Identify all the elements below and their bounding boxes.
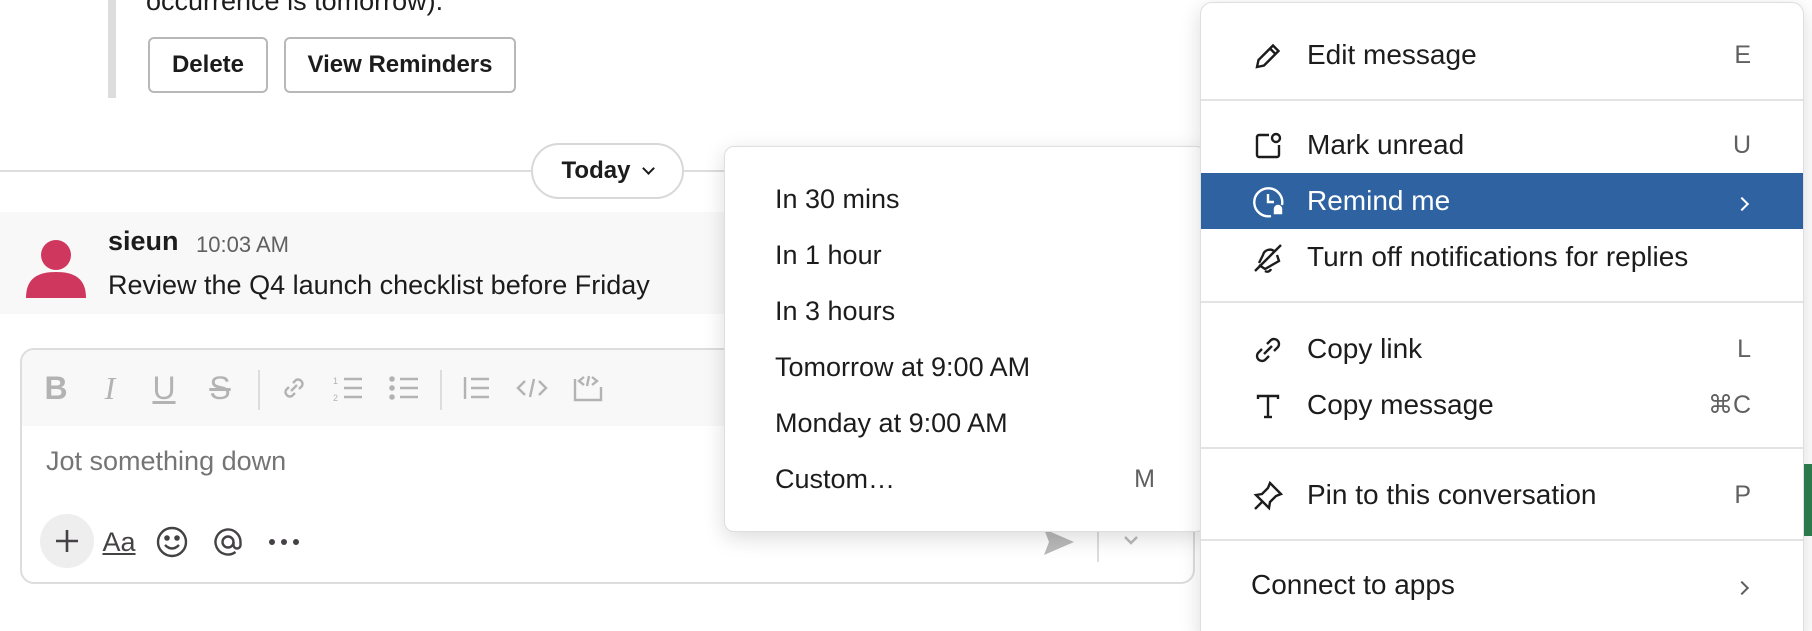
link-icon[interactable] [274, 368, 314, 408]
mention-icon[interactable] [206, 520, 250, 564]
menu-item-label: Connect to apps [1251, 569, 1455, 600]
menu-item-shortcut: P [1734, 480, 1751, 509]
menu-item-label: Remind me [1307, 185, 1451, 216]
submenu-item-label: In 3 hours [775, 295, 896, 326]
menu-item-shortcut: ⌘C [1707, 391, 1751, 419]
underline-icon[interactable]: U [144, 368, 184, 408]
pin-item[interactable]: Pin to this conversation P [1201, 467, 1803, 523]
remind-custom[interactable]: Custom… M [725, 453, 1205, 505]
code-block-icon[interactable] [568, 368, 608, 408]
menu-item-label: Edit message [1307, 39, 1477, 70]
message-timestamp[interactable]: 10:03 AM [196, 232, 289, 258]
svg-text:2: 2 [333, 393, 338, 403]
menu-divider [1201, 447, 1803, 449]
submenu-item-label: Custom… [775, 463, 896, 494]
schedule-chevron-down-icon[interactable] [1121, 530, 1141, 555]
today-label: Today [561, 157, 631, 184]
edit-message-item[interactable]: Edit message E [1201, 27, 1803, 83]
strikethrough-icon[interactable]: S [200, 368, 240, 408]
submenu-item-label: In 30 mins [775, 183, 900, 214]
bulleted-list-icon[interactable] [384, 368, 424, 408]
avatar[interactable] [24, 238, 88, 298]
menu-divider [1201, 539, 1803, 541]
today-pill[interactable]: Today [531, 143, 684, 199]
turn-off-notifications-item[interactable]: Turn off notifications for replies [1201, 229, 1803, 285]
menu-divider [1201, 301, 1803, 303]
menu-item-label: Copy message [1307, 389, 1494, 420]
format-text-icon[interactable]: Aa [94, 520, 144, 564]
submenu-item-label: Tomorrow at 9:00 AM [775, 351, 1031, 382]
remind-in-30-mins[interactable]: In 30 mins [725, 173, 1205, 225]
submenu-shortcut: M [1134, 464, 1155, 493]
mark-unread-item[interactable]: Mark unread U [1201, 117, 1803, 173]
more-icon[interactable] [262, 520, 306, 564]
menu-item-shortcut: L [1737, 334, 1751, 363]
italic-icon[interactable]: I [90, 368, 130, 408]
submenu-item-label: Monday at 9:00 AM [775, 407, 1008, 438]
menu-item-shortcut: E [1734, 40, 1751, 69]
reminder-text: occurrence is tomorrow). [146, 0, 444, 16]
bold-icon[interactable]: B [36, 368, 76, 408]
message-author[interactable]: sieun [108, 226, 179, 257]
connect-to-apps-item[interactable]: Connect to apps [1201, 557, 1803, 613]
message-actions-menu: Edit message E Mark unread U Remind me T… [1200, 2, 1804, 631]
link-icon [1251, 333, 1285, 367]
menu-item-label: Copy link [1307, 333, 1423, 364]
pencil-icon [1251, 39, 1285, 73]
bell-off-icon [1251, 241, 1285, 275]
toolbar-separator [258, 370, 260, 410]
text-icon [1251, 389, 1285, 423]
reminder-message: occurrence is tomorrow). Delete View Rem… [108, 0, 1008, 98]
delete-button[interactable]: Delete [148, 37, 268, 93]
svg-text:1: 1 [333, 376, 338, 386]
code-icon[interactable] [512, 368, 552, 408]
remind-me-submenu: In 30 mins In 1 hour In 3 hours Tomorrow… [724, 146, 1206, 532]
ordered-list-icon[interactable]: 12 [328, 368, 368, 408]
menu-item-shortcut: U [1732, 130, 1751, 159]
chevron-right-icon [1734, 187, 1750, 216]
menu-item-label: Mark unread [1307, 129, 1465, 160]
remind-me-item[interactable]: Remind me [1201, 173, 1803, 229]
remind-in-3-hours[interactable]: In 3 hours [725, 285, 1205, 337]
menu-item-label: Turn off notifications for replies [1307, 241, 1689, 272]
pin-icon [1251, 479, 1285, 513]
menu-item-label: Pin to this conversation [1307, 479, 1597, 510]
copy-link-item[interactable]: Copy link L [1201, 321, 1803, 377]
menu-divider [1201, 99, 1803, 101]
emoji-icon[interactable] [150, 520, 194, 564]
plus-icon[interactable] [40, 514, 94, 568]
message-text: Review the Q4 launch checklist before Fr… [108, 270, 650, 300]
remind-monday[interactable]: Monday at 9:00 AM [725, 397, 1205, 449]
chevron-down-icon [642, 162, 656, 175]
clock-icon [1251, 185, 1285, 219]
chevron-right-icon [1734, 571, 1750, 600]
view-reminders-button[interactable]: View Reminders [284, 37, 516, 93]
slack-window: occurrence is tomorrow). Delete View Rem… [0, 0, 1812, 631]
remind-in-1-hour[interactable]: In 1 hour [725, 229, 1205, 281]
background-edge [1804, 464, 1812, 536]
toolbar-separator [440, 370, 442, 410]
mark-unread-icon [1251, 129, 1285, 163]
submenu-item-label: In 1 hour [775, 239, 882, 270]
copy-message-item[interactable]: Copy message ⌘C [1201, 377, 1803, 433]
blockquote-icon[interactable] [456, 368, 496, 408]
remind-tomorrow[interactable]: Tomorrow at 9:00 AM [725, 341, 1205, 393]
